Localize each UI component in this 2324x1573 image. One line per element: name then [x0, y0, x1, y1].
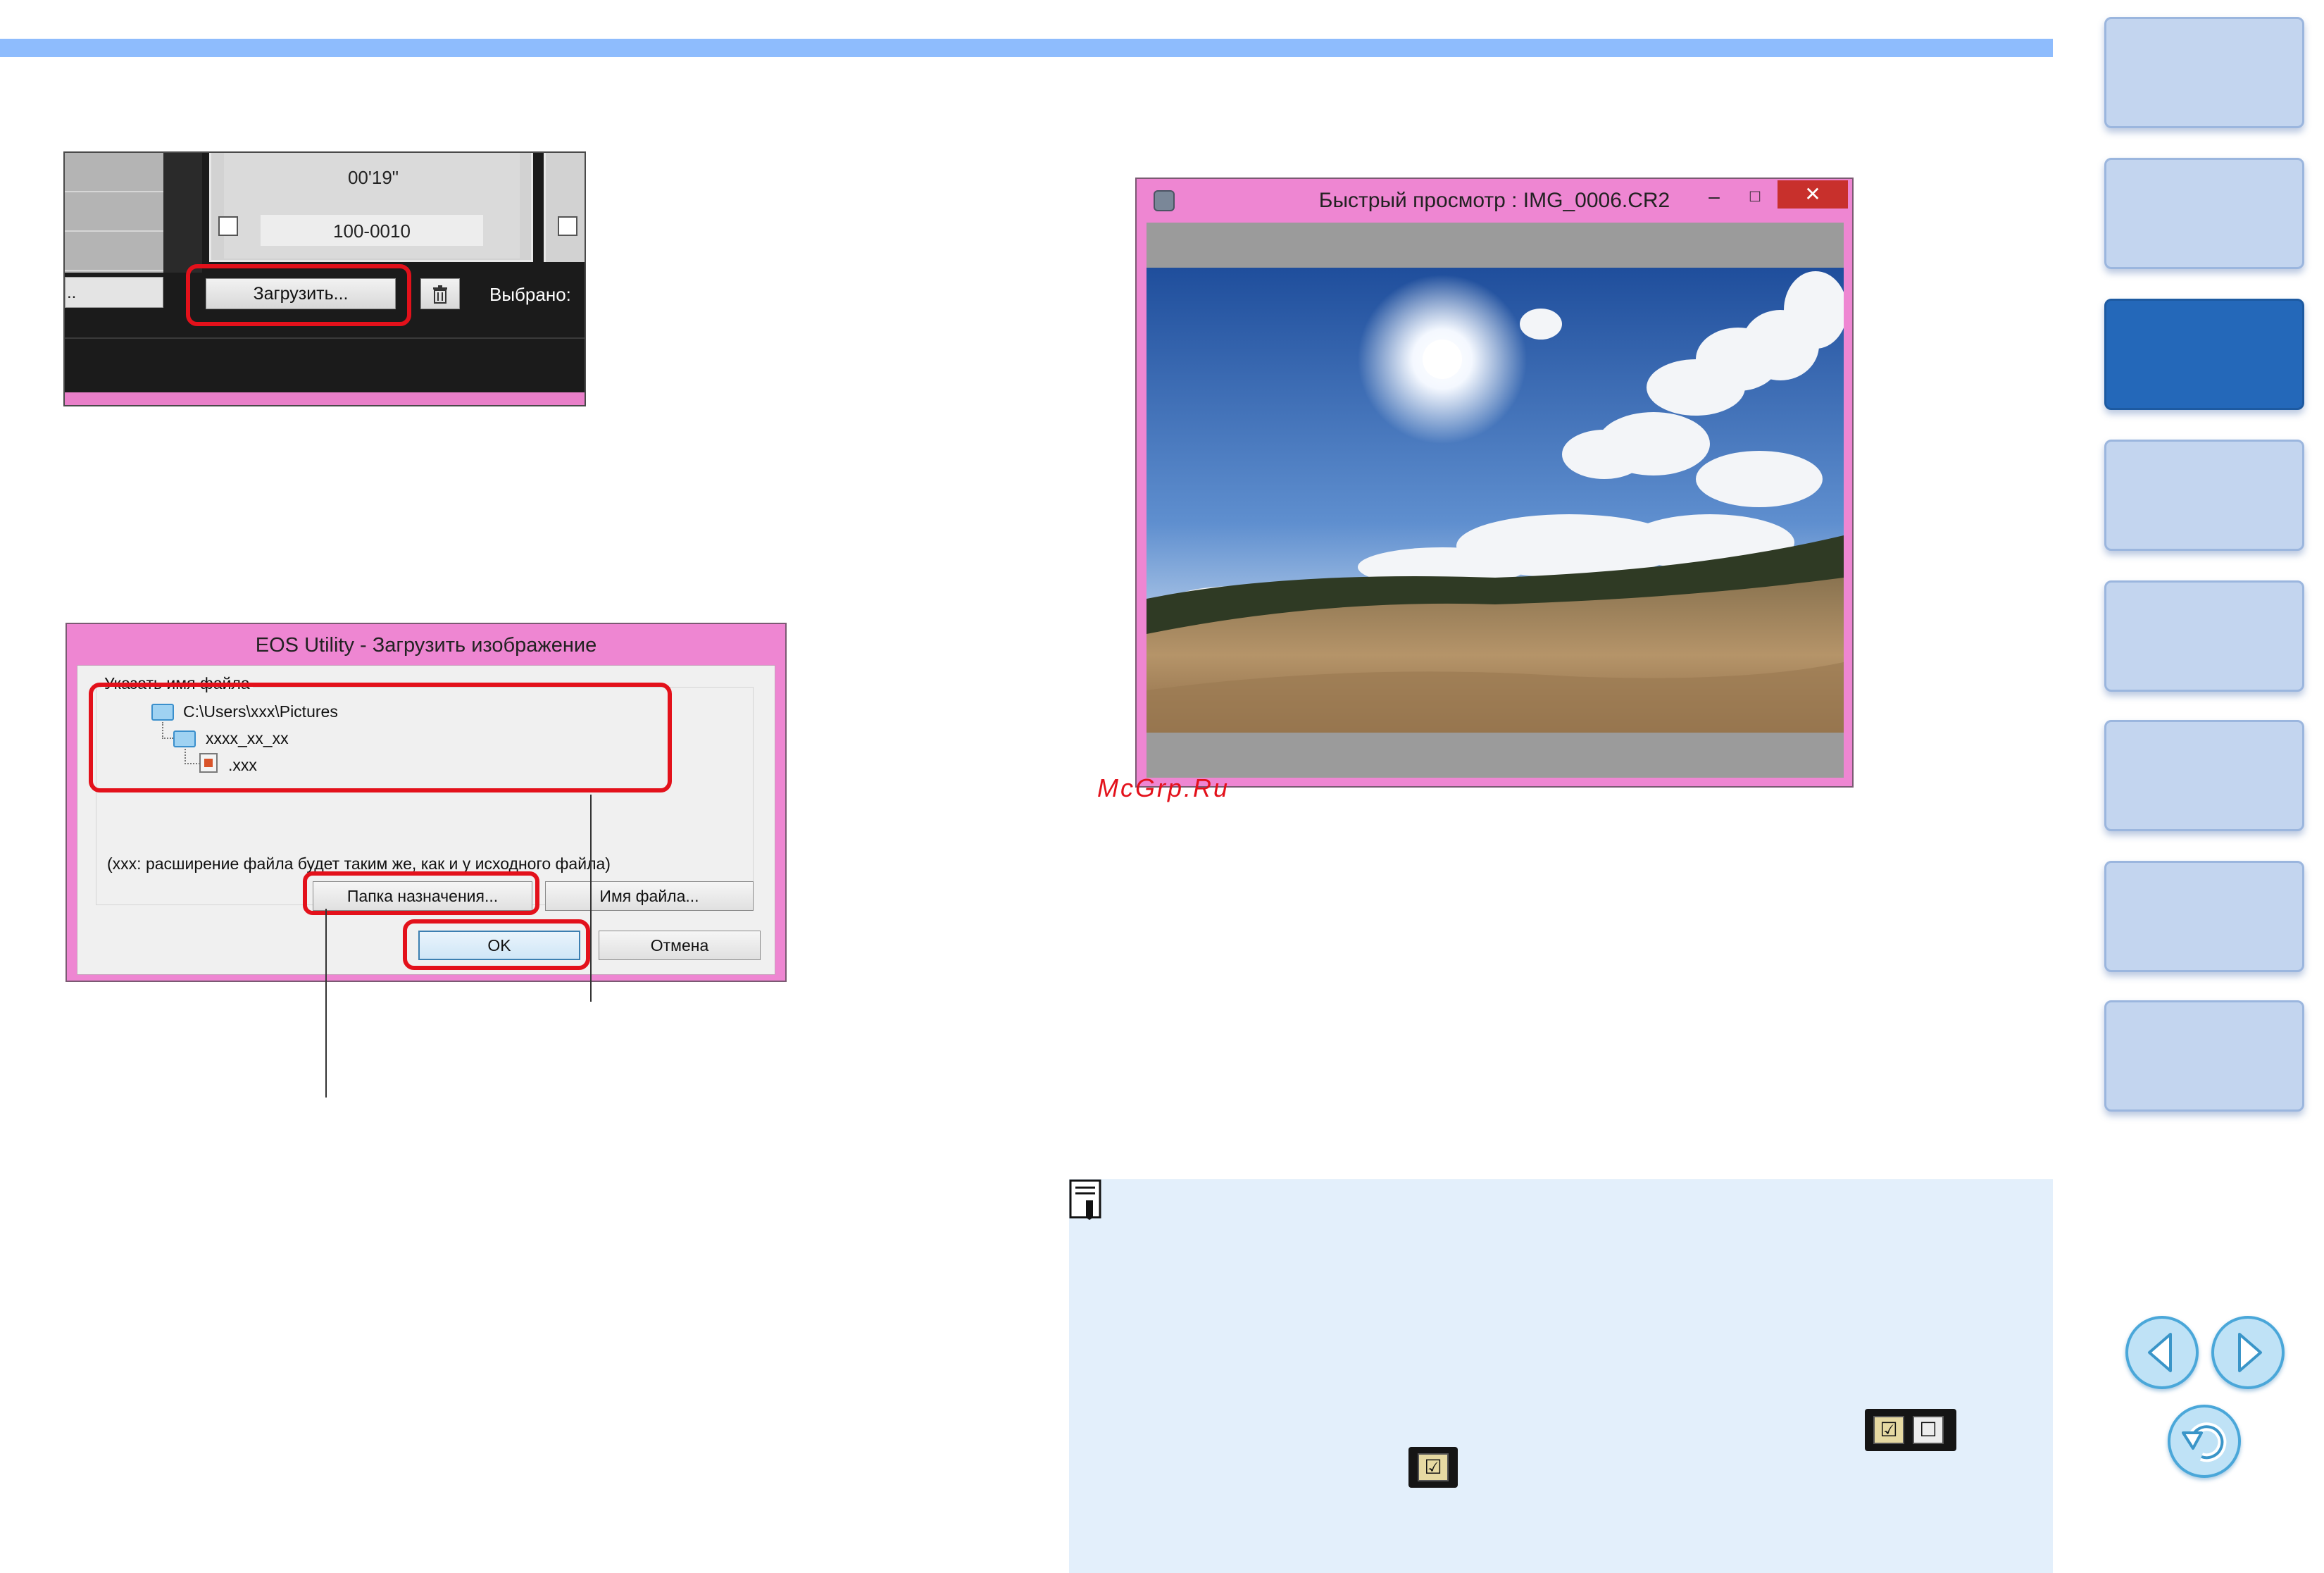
checkbox-pair-icon: ☑ ☐	[1865, 1409, 1956, 1451]
nav-tab-6[interactable]	[2104, 720, 2304, 831]
thumbnail-card[interactable]: 00'19" 100-0010	[209, 153, 533, 262]
next-thumbnail-checkbox[interactable]	[558, 216, 577, 236]
return-button[interactable]	[2168, 1405, 2241, 1478]
window-border	[65, 392, 585, 405]
prev-page-button[interactable]	[2125, 1316, 2199, 1389]
thumbnail-strip-screenshot: 00'19" 100-0010 .. Загрузить... Выбрано:	[63, 151, 586, 406]
nav-tab-5[interactable]	[2104, 580, 2304, 692]
load-image-dialog: EOS Utility - Загрузить изображение Указ…	[65, 623, 787, 982]
next-thumbnail-card[interactable]	[544, 153, 585, 262]
quick-preview-window: Быстрый просмотр : IMG_0006.CR2 – □ ✕	[1135, 178, 1854, 788]
nav-tab-4[interactable]	[2104, 440, 2304, 551]
nav-tab-7[interactable]	[2104, 861, 2304, 972]
filename-button[interactable]: Имя файла...	[545, 881, 754, 911]
check-on-icon: ☑	[1873, 1416, 1904, 1444]
highlight-filename-group	[89, 683, 672, 792]
dialog-title: EOS Utility - Загрузить изображение	[255, 634, 597, 657]
extension-note: (xxx: расширение файла будет таким же, к…	[107, 854, 611, 873]
next-page-button[interactable]	[2211, 1316, 2285, 1389]
partial-button[interactable]: ..	[65, 277, 163, 308]
callout-line	[325, 909, 327, 1098]
delete-button[interactable]	[420, 278, 460, 309]
checkbox-single-icon: ☑	[1408, 1447, 1458, 1488]
selected-count-label: Выбрано:	[489, 284, 571, 305]
close-button[interactable]: ✕	[1778, 180, 1848, 209]
watermark: McGrp.Ru	[1097, 773, 1230, 802]
memo-panel	[1069, 1179, 2053, 1573]
callout-line	[590, 795, 592, 1002]
nav-tab-8[interactable]	[2104, 1000, 2304, 1112]
strip-divider	[163, 153, 202, 273]
nav-tab-3[interactable]	[2104, 299, 2304, 410]
thumbnail-checkbox[interactable]	[218, 216, 238, 236]
highlight-ok-button	[403, 919, 590, 970]
check-on-icon: ☑	[1418, 1453, 1449, 1481]
preview-photo	[1147, 268, 1844, 733]
check-off-icon: ☐	[1913, 1416, 1944, 1444]
next-page-icon	[2238, 1333, 2262, 1372]
highlight-load-button	[186, 264, 411, 326]
memo-icon	[1069, 1179, 1104, 1221]
prev-page-icon	[2148, 1333, 2172, 1372]
cancel-button[interactable]: Отмена	[599, 931, 761, 960]
minimize-button[interactable]: –	[1700, 186, 1728, 210]
maximize-button[interactable]: □	[1741, 186, 1769, 210]
left-cells	[65, 153, 163, 273]
nav-tab-1[interactable]	[2104, 17, 2304, 128]
thumbnail-filename: 100-0010	[333, 220, 411, 242]
return-icon	[2182, 1422, 2227, 1462]
nav-tab-2[interactable]	[2104, 158, 2304, 269]
thumbnail-duration: 00'19"	[347, 167, 399, 188]
dialog-body: Указать имя файла C:\Users\xxx\Pictures …	[77, 665, 775, 975]
trash-icon	[433, 285, 447, 304]
highlight-destination-button	[303, 871, 539, 915]
top-accent-bar	[0, 39, 2053, 57]
